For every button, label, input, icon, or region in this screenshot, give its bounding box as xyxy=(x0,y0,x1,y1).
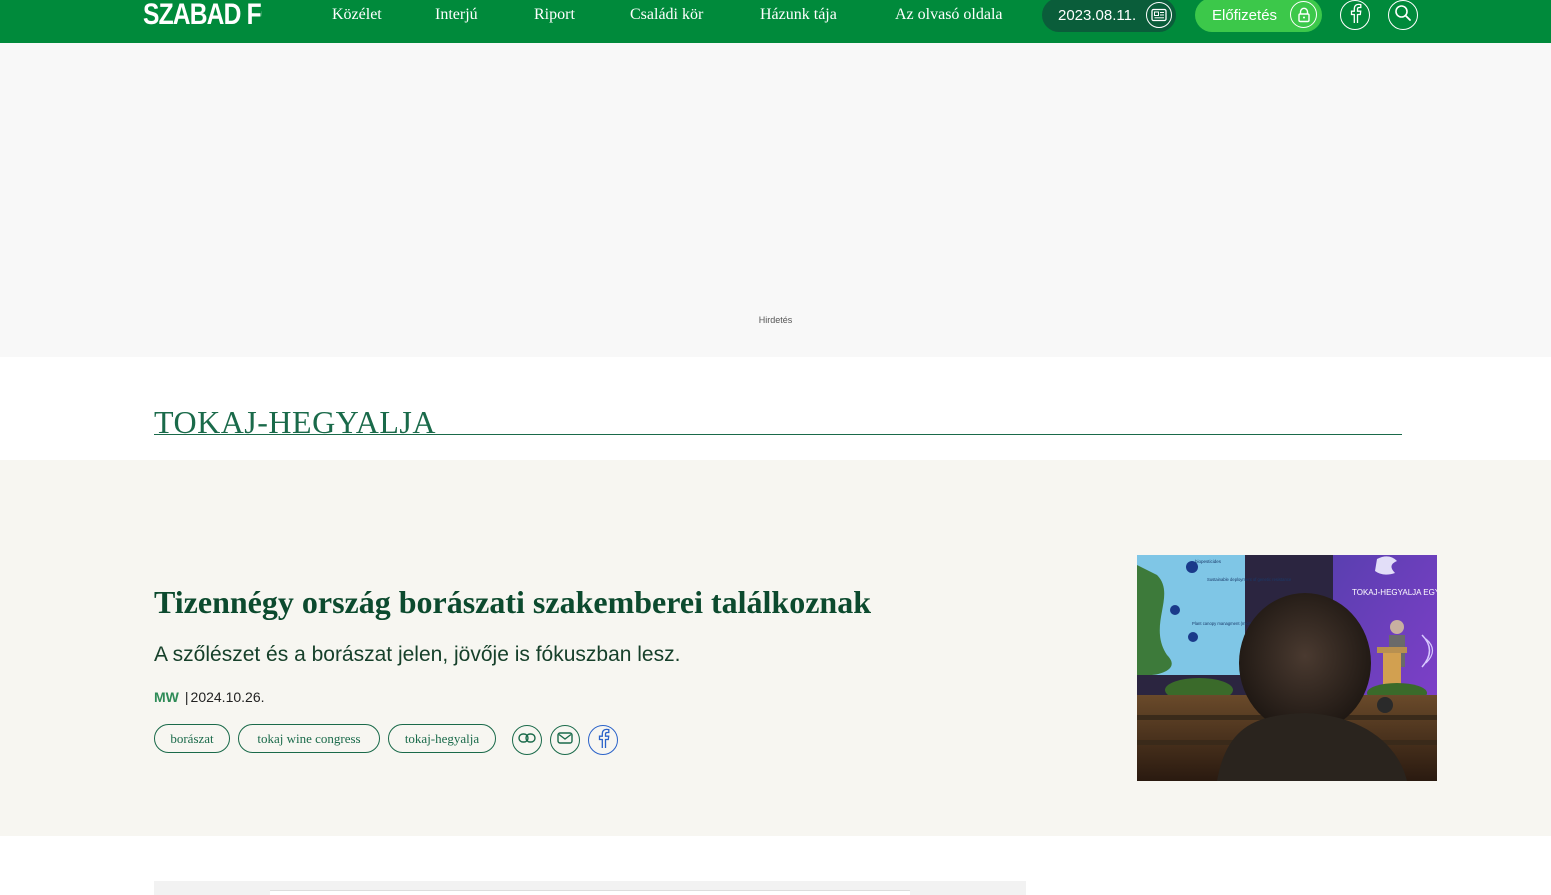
tag-chip-tokaj-hegyalja[interactable]: tokaj-hegyalja xyxy=(388,724,496,753)
nav-riport[interactable]: Riport xyxy=(534,6,575,24)
article-photo[interactable]: biopesticides Sustainable deployment of … xyxy=(1137,555,1437,781)
issue-date-button[interactable]: 2023.08.11. xyxy=(1042,0,1176,32)
tag-chip-tokaj-wine-congress[interactable]: tokaj wine congress xyxy=(238,724,380,753)
subscribe-label: Előfizetés xyxy=(1212,6,1278,24)
ad-slot: Hirdetés xyxy=(0,43,1551,357)
article-author[interactable]: MW xyxy=(154,689,179,705)
newspaper-icon xyxy=(1146,2,1172,28)
lock-icon xyxy=(1290,1,1317,28)
article-headline[interactable]: Tizennégy ország borászati szakemberei t… xyxy=(154,584,871,621)
tag-chip-boraszat[interactable]: borászat xyxy=(154,724,230,753)
nav-olvaso-oldala[interactable]: Az olvasó oldala xyxy=(895,6,1003,24)
article-date: 2024.10.26. xyxy=(190,689,265,705)
ad-label: Hirdetés xyxy=(758,315,793,325)
subscribe-button[interactable]: Előfizetés xyxy=(1195,0,1322,32)
slide-text-1: biopesticides xyxy=(1195,559,1222,564)
article-meta: MW | 2024.10.26. xyxy=(154,689,265,705)
mail-icon xyxy=(557,731,573,749)
nav-interju[interactable]: Interjú xyxy=(435,6,478,24)
title-divider xyxy=(154,434,1402,435)
nav-kozelet[interactable]: Közélet xyxy=(332,6,382,24)
search-button[interactable] xyxy=(1388,0,1418,30)
slide-text-2: Sustainable deployment of genetic resist… xyxy=(1207,577,1292,582)
page-title: TOKAJ-HEGYALJA xyxy=(154,404,436,440)
share-facebook-button[interactable] xyxy=(588,725,618,755)
copy-link-button[interactable] xyxy=(512,725,542,755)
site-logo[interactable]: SZABAD FÖLD xyxy=(143,0,262,31)
link-icon xyxy=(518,731,536,749)
facebook-icon xyxy=(596,728,610,753)
facebook-button[interactable] xyxy=(1340,0,1370,30)
site-header: SZABAD FÖLD Közélet Interjú Riport Csalá… xyxy=(0,0,1551,43)
facebook-icon xyxy=(1348,3,1362,28)
next-section-inner xyxy=(270,890,910,895)
share-email-button[interactable] xyxy=(550,725,580,755)
nav-csaladi-kor[interactable]: Családi kör xyxy=(630,6,703,24)
nav-hazunk-taja[interactable]: Házunk tája xyxy=(760,6,837,24)
article-lead: A szőlészet és a borászat jelen, jövője … xyxy=(154,643,681,666)
search-icon xyxy=(1394,4,1412,27)
screen-brand: TOKAJ-HEGYALJA EGYETEM xyxy=(1352,588,1437,597)
meta-separator: | xyxy=(184,689,189,705)
issue-date-label: 2023.08.11. xyxy=(1058,6,1137,24)
